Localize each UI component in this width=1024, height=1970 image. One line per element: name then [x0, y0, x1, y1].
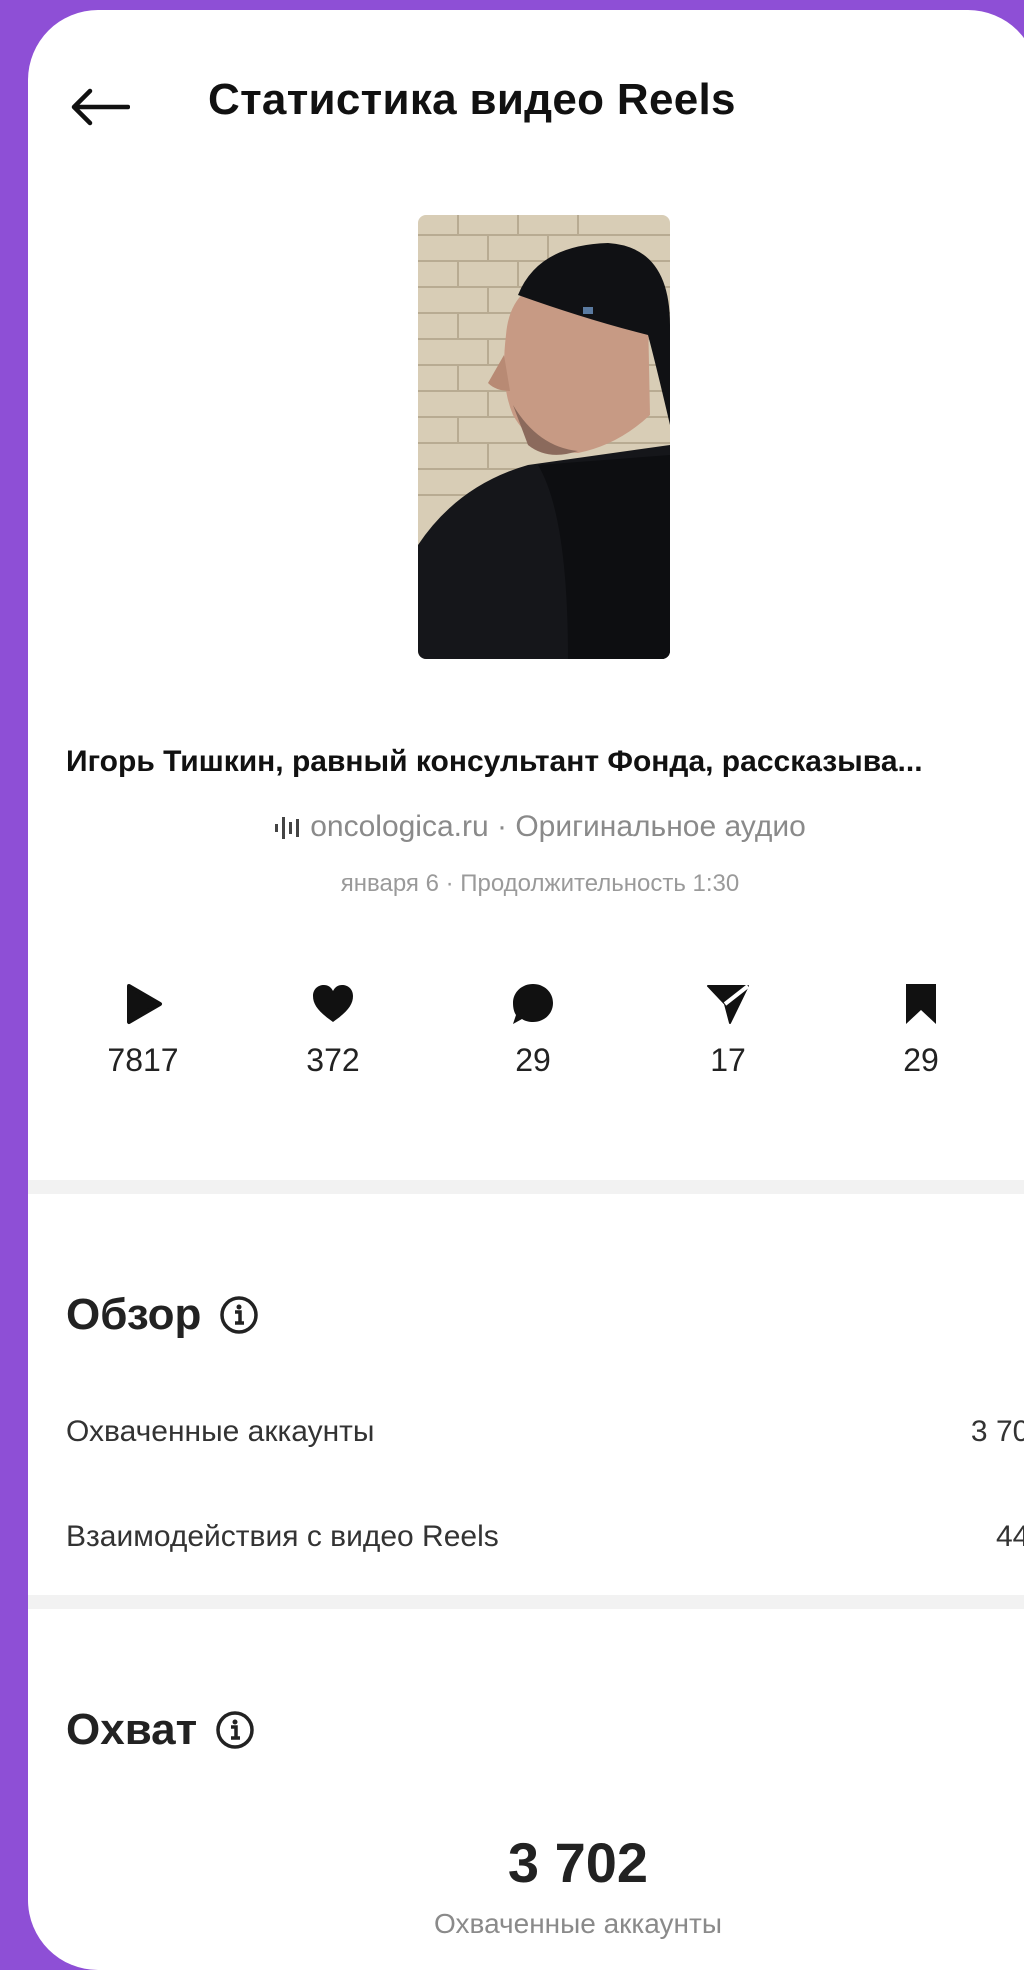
likes-metric[interactable]: 372 — [263, 980, 403, 1079]
heart-icon — [313, 985, 353, 1022]
metrics-bar: 7817 372 29 17 29 — [28, 980, 1024, 1100]
row-label: Охваченные аккаунты — [66, 1415, 375, 1448]
back-button[interactable] — [64, 72, 134, 142]
comment-icon — [513, 984, 553, 1024]
row-label: Взаимодействия с видео Reels — [66, 1520, 499, 1553]
divider — [28, 1180, 1024, 1194]
divider — [28, 1595, 1024, 1609]
overview-title: Обзор — [66, 1290, 202, 1339]
reach-value: 3 702 — [507, 1831, 649, 1894]
plays-metric[interactable]: 7817 — [73, 980, 213, 1079]
header: Статистика видео Reels — [28, 10, 1024, 180]
page-title: Статистика видео Reels — [208, 75, 736, 124]
comments-metric[interactable]: 29 — [463, 980, 603, 1079]
reel-thumbnail[interactable] — [418, 215, 670, 659]
overview-row-interactions[interactable]: Взаимодействия с видео Reels 447 — [66, 1520, 1024, 1554]
stats-screen: Статистика видео Reels Игорь Тишкин, рав… — [28, 10, 1024, 1970]
shares-count: 17 — [710, 1042, 746, 1078]
saves-metric[interactable]: 29 — [851, 980, 991, 1079]
info-icon[interactable] — [219, 1295, 259, 1335]
send-icon — [707, 984, 750, 1024]
bookmark-icon — [906, 984, 936, 1024]
info-icon[interactable] — [215, 1710, 255, 1750]
audio-info[interactable]: oncologica.ru · Оригинальное аудио — [28, 810, 1024, 844]
reach-title: Охват — [66, 1705, 198, 1754]
shares-metric[interactable]: 17 — [658, 980, 798, 1079]
overview-row-reached[interactable]: Охваченные аккаунты 3 702 — [66, 1415, 1024, 1449]
row-value: 3 702 — [970, 1415, 1024, 1448]
reel-thumbnail-image — [418, 215, 670, 659]
comments-count: 29 — [515, 1042, 551, 1078]
reel-caption[interactable]: Игорь Тишкин, равный консультант Фонда, … — [66, 745, 1024, 779]
reach-heading: Охват — [66, 1705, 255, 1755]
reach-label: Охваченные аккаунты — [434, 1908, 722, 1939]
likes-count: 372 — [306, 1042, 360, 1078]
audio-wave-icon — [275, 817, 300, 840]
arrow-left-icon — [71, 88, 130, 126]
play-icon — [127, 984, 162, 1024]
row-value: 447 — [995, 1520, 1024, 1553]
saves-count: 29 — [903, 1042, 939, 1078]
reel-meta: января 6 · Продолжительность 1:30 — [340, 870, 740, 897]
overview-heading: Обзор — [66, 1290, 259, 1340]
audio-label: oncologica.ru · Оригинальное аудио — [310, 810, 806, 843]
plays-count: 7817 — [107, 1042, 179, 1078]
